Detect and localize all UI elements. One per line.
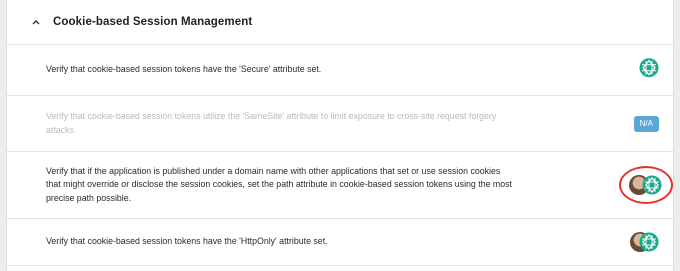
section-title: Cookie-based Session Management bbox=[53, 16, 253, 28]
requirement-text: Verify that cookie-based session tokens … bbox=[46, 110, 497, 135]
assignee-avatars[interactable] bbox=[629, 231, 659, 253]
highlight-circle bbox=[619, 166, 673, 204]
chevron-up-icon[interactable] bbox=[31, 17, 41, 27]
requirements-panel: Cookie-based Session Management Verify t… bbox=[6, 0, 674, 271]
assignee-avatars[interactable] bbox=[619, 166, 673, 204]
requirement-row[interactable]: Verify that if the application is publis… bbox=[7, 152, 673, 219]
section-header-toggle[interactable]: Cookie-based Session Management bbox=[7, 0, 673, 45]
requirement-row[interactable]: Verify that cookie-based session tokens … bbox=[7, 219, 673, 266]
requirement-row[interactable]: Verify that cookie-based session tokens … bbox=[7, 96, 673, 152]
requirement-row[interactable]: Verify that cookie-based session tokens … bbox=[7, 45, 673, 96]
na-status-badge[interactable]: N/A bbox=[633, 115, 659, 132]
teal-logo-icon[interactable] bbox=[639, 58, 659, 83]
requirement-text: Verify that cookie-based session tokens … bbox=[46, 236, 328, 247]
requirement-text: Verify that if the application is publis… bbox=[46, 165, 512, 203]
teal-logo-icon bbox=[639, 232, 659, 257]
requirement-text: Verify that cookie-based session tokens … bbox=[46, 64, 322, 75]
